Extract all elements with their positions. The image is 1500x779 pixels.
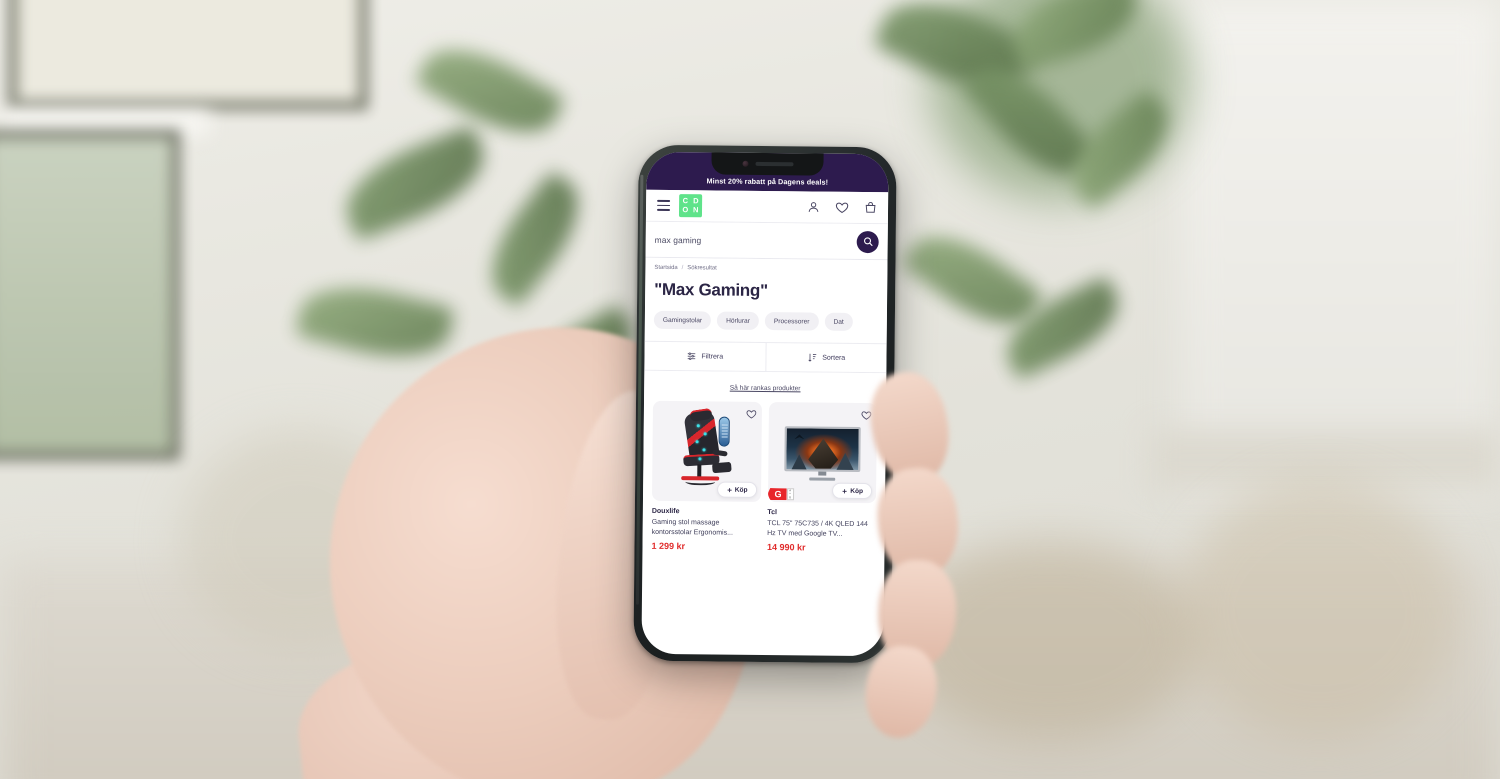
product-card[interactable]: G A + G Köp Tcl TCL 75" 75C735 / 4K QLED… xyxy=(766,402,878,553)
picture-frame-left xyxy=(0,130,180,460)
ranking-info-link[interactable]: Så här rankas produkter xyxy=(644,370,887,404)
product-grid: Köp Douxlife Gaming stol massage kontors… xyxy=(642,400,887,554)
app-header: C D O N xyxy=(645,189,889,225)
filter-label: Filtrera xyxy=(701,352,724,361)
cart-bag-icon[interactable] xyxy=(864,201,877,214)
product-brand: Douxlife xyxy=(651,507,680,516)
hamburger-menu-icon[interactable] xyxy=(657,199,671,211)
sort-label: Sortera xyxy=(822,354,846,362)
breadcrumb-home[interactable]: Startsida xyxy=(654,265,677,271)
search-input[interactable]: max gaming xyxy=(655,234,857,246)
product-card[interactable]: Köp Douxlife Gaming stol massage kontors… xyxy=(651,400,762,552)
sort-arrows-icon xyxy=(808,353,817,362)
smartphone: Minst 20% rabatt på Dagens deals! C D O … xyxy=(633,144,897,664)
wishlist-heart-icon[interactable] xyxy=(835,200,849,214)
logo-letter-o: O xyxy=(682,205,689,215)
product-brand: Tcl xyxy=(767,509,778,517)
category-chip-datorer[interactable]: Dat xyxy=(824,312,853,331)
buy-label: Köp xyxy=(850,487,864,495)
breadcrumb-current: Sökresultat xyxy=(687,265,717,272)
page-title: "Max Gaming" xyxy=(644,274,888,314)
breadcrumb-separator: / xyxy=(681,265,684,272)
buy-button[interactable]: Köp xyxy=(716,481,757,498)
phone-screen: Minst 20% rabatt på Dagens deals! C D O … xyxy=(641,151,889,657)
tcl-tv-illustration xyxy=(784,426,861,481)
search-icon xyxy=(863,237,873,247)
account-person-icon[interactable] xyxy=(807,200,820,213)
sort-button[interactable]: Sortera xyxy=(766,343,887,372)
window-light xyxy=(1180,0,1500,500)
product-name: Gaming stol massage kontorsstolar Ergono… xyxy=(651,518,733,537)
wishlist-heart-icon[interactable] xyxy=(745,407,756,425)
logo-letter-n: N xyxy=(693,205,699,215)
product-price: 1 299 kr xyxy=(651,540,686,552)
category-chip-horlurar[interactable]: Hörlurar xyxy=(716,311,760,330)
energy-scale: A + G xyxy=(786,488,794,501)
energy-grade: G xyxy=(767,488,786,500)
logo-letter-c: C xyxy=(682,196,689,206)
picture-frame-top xyxy=(8,0,368,110)
filter-sliders-icon xyxy=(687,352,696,360)
header-icon-group xyxy=(807,200,877,215)
category-chip-processorer[interactable]: Processorer xyxy=(764,311,819,331)
logo-letter-d: D xyxy=(693,196,699,206)
product-image-gaming-chair: Köp xyxy=(651,400,762,502)
energy-label-badge[interactable]: G A + G xyxy=(767,488,794,501)
cdon-logo[interactable]: C D O N xyxy=(678,194,703,218)
search-bar: max gaming xyxy=(645,221,888,261)
category-chip-list: Gamingstolar Hörlurar Processorer Dat xyxy=(644,310,887,344)
phone-notch xyxy=(711,152,824,176)
search-submit-button[interactable] xyxy=(856,230,879,253)
earpiece-speaker xyxy=(754,161,794,167)
plus-icon xyxy=(842,488,847,493)
product-name: TCL 75" 75C735 / 4K QLED 144 Hz TV med G… xyxy=(767,520,868,538)
gaming-chair-illustration xyxy=(672,407,735,493)
buy-button[interactable]: Köp xyxy=(832,482,873,500)
category-chip-gamingstolar[interactable]: Gamingstolar xyxy=(653,310,712,330)
product-price: 14 990 kr xyxy=(766,541,806,553)
plus-icon xyxy=(727,487,732,492)
filter-sort-bar: Filtrera Sortera xyxy=(644,340,887,374)
filter-button[interactable]: Filtrera xyxy=(644,341,767,372)
buy-label: Köp xyxy=(734,486,748,494)
blurred-foreground xyxy=(1180,480,1460,740)
massage-remote-illustration xyxy=(718,416,731,447)
product-image-tv: G A + G Köp xyxy=(767,402,878,504)
front-camera-icon xyxy=(741,160,749,167)
energy-scale-bottom: G xyxy=(789,495,792,499)
